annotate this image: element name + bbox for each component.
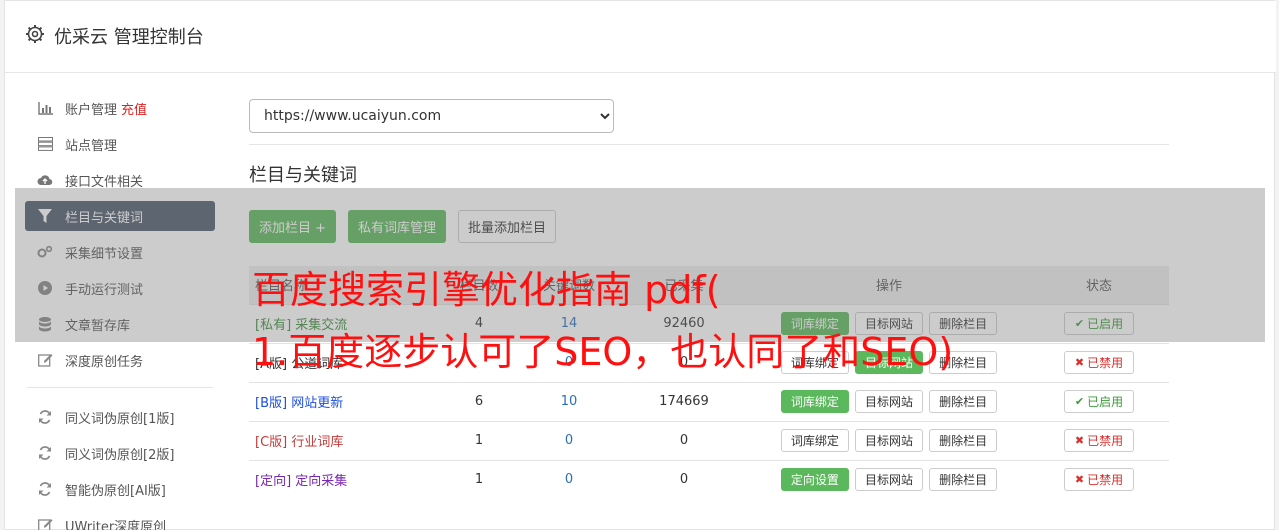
sidebar-item-label: 同义词伪原创[2版] — [65, 447, 175, 463]
sidebar-item-label: 深度原创任务 — [65, 354, 144, 370]
column-name-cell: [C版] 行业词库 — [249, 420, 439, 460]
keyword-count[interactable]: 0 — [519, 459, 619, 499]
sidebar-divider — [27, 387, 213, 388]
actions-cell: 定向设置 目标网站 删除栏目 — [749, 459, 1029, 499]
refresh-icon — [37, 409, 53, 425]
gear-icon — [25, 24, 45, 44]
status-toggle[interactable]: ✖ 已禁用 — [1063, 351, 1135, 374]
overlay-headline-line1: 百度搜索引擎优化指南 pdf( — [252, 268, 721, 312]
sidebar-item-ai-rewrite[interactable]: 智能伪原创[AI版] — [25, 474, 215, 504]
table-row: [定向] 定向采集 1 0 0 定向设置 目标网站 删除栏目 ✖ 已禁用 — [249, 459, 1169, 499]
overlay-band — [15, 188, 1265, 342]
column-name-link[interactable]: 定向采集 — [295, 474, 347, 489]
table-row: [B版] 网站更新 6 10 174669 词库绑定 目标网站 删除栏目 ✔ 已启… — [249, 381, 1169, 421]
delete-column-button[interactable]: 删除栏目 — [929, 429, 998, 452]
status-label: 已启用 — [1087, 395, 1124, 409]
target-site-button[interactable]: 目标网站 — [854, 429, 923, 452]
keyword-count[interactable]: 10 — [519, 381, 619, 421]
sidebar-item-label: UWriter深度原创 — [65, 519, 167, 530]
sidebar-item-label: 账户管理 — [65, 102, 118, 118]
status-cell: ✖ 已禁用 — [1029, 342, 1169, 382]
column-count: 1 — [439, 420, 519, 460]
column-tag: [C版] — [255, 435, 288, 450]
sidebar-item-account[interactable]: 账户管理 充值 — [25, 93, 215, 123]
sidebar-item-sites[interactable]: 站点管理 — [25, 129, 215, 159]
delete-column-button[interactable]: 删除栏目 — [929, 468, 998, 492]
refresh-icon — [37, 445, 53, 461]
edit-icon — [37, 352, 53, 368]
app-title: 优采云 管理控制台 — [54, 27, 204, 48]
cross-icon: ✖ — [1074, 473, 1085, 487]
bind-lexicon-button[interactable]: 词库绑定 — [780, 390, 849, 413]
cross-icon: ✖ — [1074, 356, 1085, 369]
table-row: [C版] 行业词库 1 0 0 词库绑定 目标网站 删除栏目 ✖ 已禁用 — [249, 420, 1169, 460]
column-name-cell: [B版] 网站更新 — [249, 381, 439, 421]
bar-chart-icon — [37, 100, 53, 116]
collected-count: 0 — [619, 459, 749, 499]
column-name-link[interactable]: 网站更新 — [291, 396, 343, 411]
actions-cell: 词库绑定 目标网站 删除栏目 — [749, 381, 1029, 421]
sidebar-item-label: 接口文件相关 — [65, 174, 144, 190]
sidebar-item-label: 同义词伪原创[1版] — [65, 411, 175, 427]
sidebar-item-label: 站点管理 — [65, 138, 118, 154]
page-title: 栏目与关键词 — [249, 165, 357, 186]
target-site-button[interactable]: 目标网站 — [854, 468, 923, 492]
sidebar-item-uwriter[interactable]: UWriter深度原创 — [25, 510, 215, 530]
recharge-link[interactable]: 充值 — [121, 99, 147, 118]
site-select[interactable]: https://www.ucaiyun.com — [249, 99, 614, 133]
section-divider — [249, 144, 1169, 145]
column-tag: [B版] — [255, 396, 288, 411]
column-name-link[interactable]: 行业词库 — [291, 435, 343, 450]
status-cell: ✔ 已启用 — [1029, 381, 1169, 421]
column-name-cell: [定向] 定向采集 — [249, 459, 439, 499]
actions-cell: 词库绑定 目标网站 删除栏目 — [749, 420, 1029, 460]
overlay-headline-line2: 1.百度逐步认可了SEO，也认同了和SEO) — [252, 330, 954, 374]
status-label: 已禁用 — [1087, 473, 1124, 488]
status-cell: ✖ 已禁用 — [1029, 459, 1169, 499]
collected-count: 174669 — [619, 381, 749, 421]
status-toggle[interactable]: ✖ 已禁用 — [1063, 468, 1135, 492]
column-count: 1 — [439, 459, 519, 499]
status-toggle[interactable]: ✖ 已禁用 — [1063, 429, 1135, 452]
directed-settings-button[interactable]: 定向设置 — [780, 468, 849, 492]
keyword-count[interactable]: 0 — [519, 420, 619, 460]
sidebar-item-synonym-v2[interactable]: 同义词伪原创[2版] — [25, 438, 215, 468]
sidebar-item-deep-original[interactable]: 深度原创任务 — [25, 345, 215, 375]
cross-icon: ✖ — [1074, 434, 1085, 447]
status-cell: ✖ 已禁用 — [1029, 420, 1169, 460]
status-label: 已禁用 — [1087, 356, 1124, 370]
column-tag: [定向] — [255, 474, 292, 490]
collected-count: 0 — [619, 420, 749, 460]
sidebar-item-label: 智能伪原创[AI版] — [65, 483, 166, 499]
status-label: 已禁用 — [1087, 434, 1124, 448]
sidebar-item-synonym-v1[interactable]: 同义词伪原创[1版] — [25, 402, 215, 432]
cloud-upload-icon — [37, 172, 53, 188]
server-icon — [37, 136, 53, 152]
target-site-button[interactable]: 目标网站 — [854, 390, 923, 413]
check-icon: ✔ — [1074, 395, 1085, 408]
bind-lexicon-button[interactable]: 词库绑定 — [780, 429, 849, 452]
status-toggle[interactable]: ✔ 已启用 — [1063, 390, 1135, 413]
column-count: 6 — [439, 381, 519, 421]
top-bar: 优采云 管理控制台 — [5, 1, 1276, 73]
refresh-icon — [37, 481, 53, 497]
edit-icon — [37, 517, 53, 530]
delete-column-button[interactable]: 删除栏目 — [929, 390, 998, 413]
